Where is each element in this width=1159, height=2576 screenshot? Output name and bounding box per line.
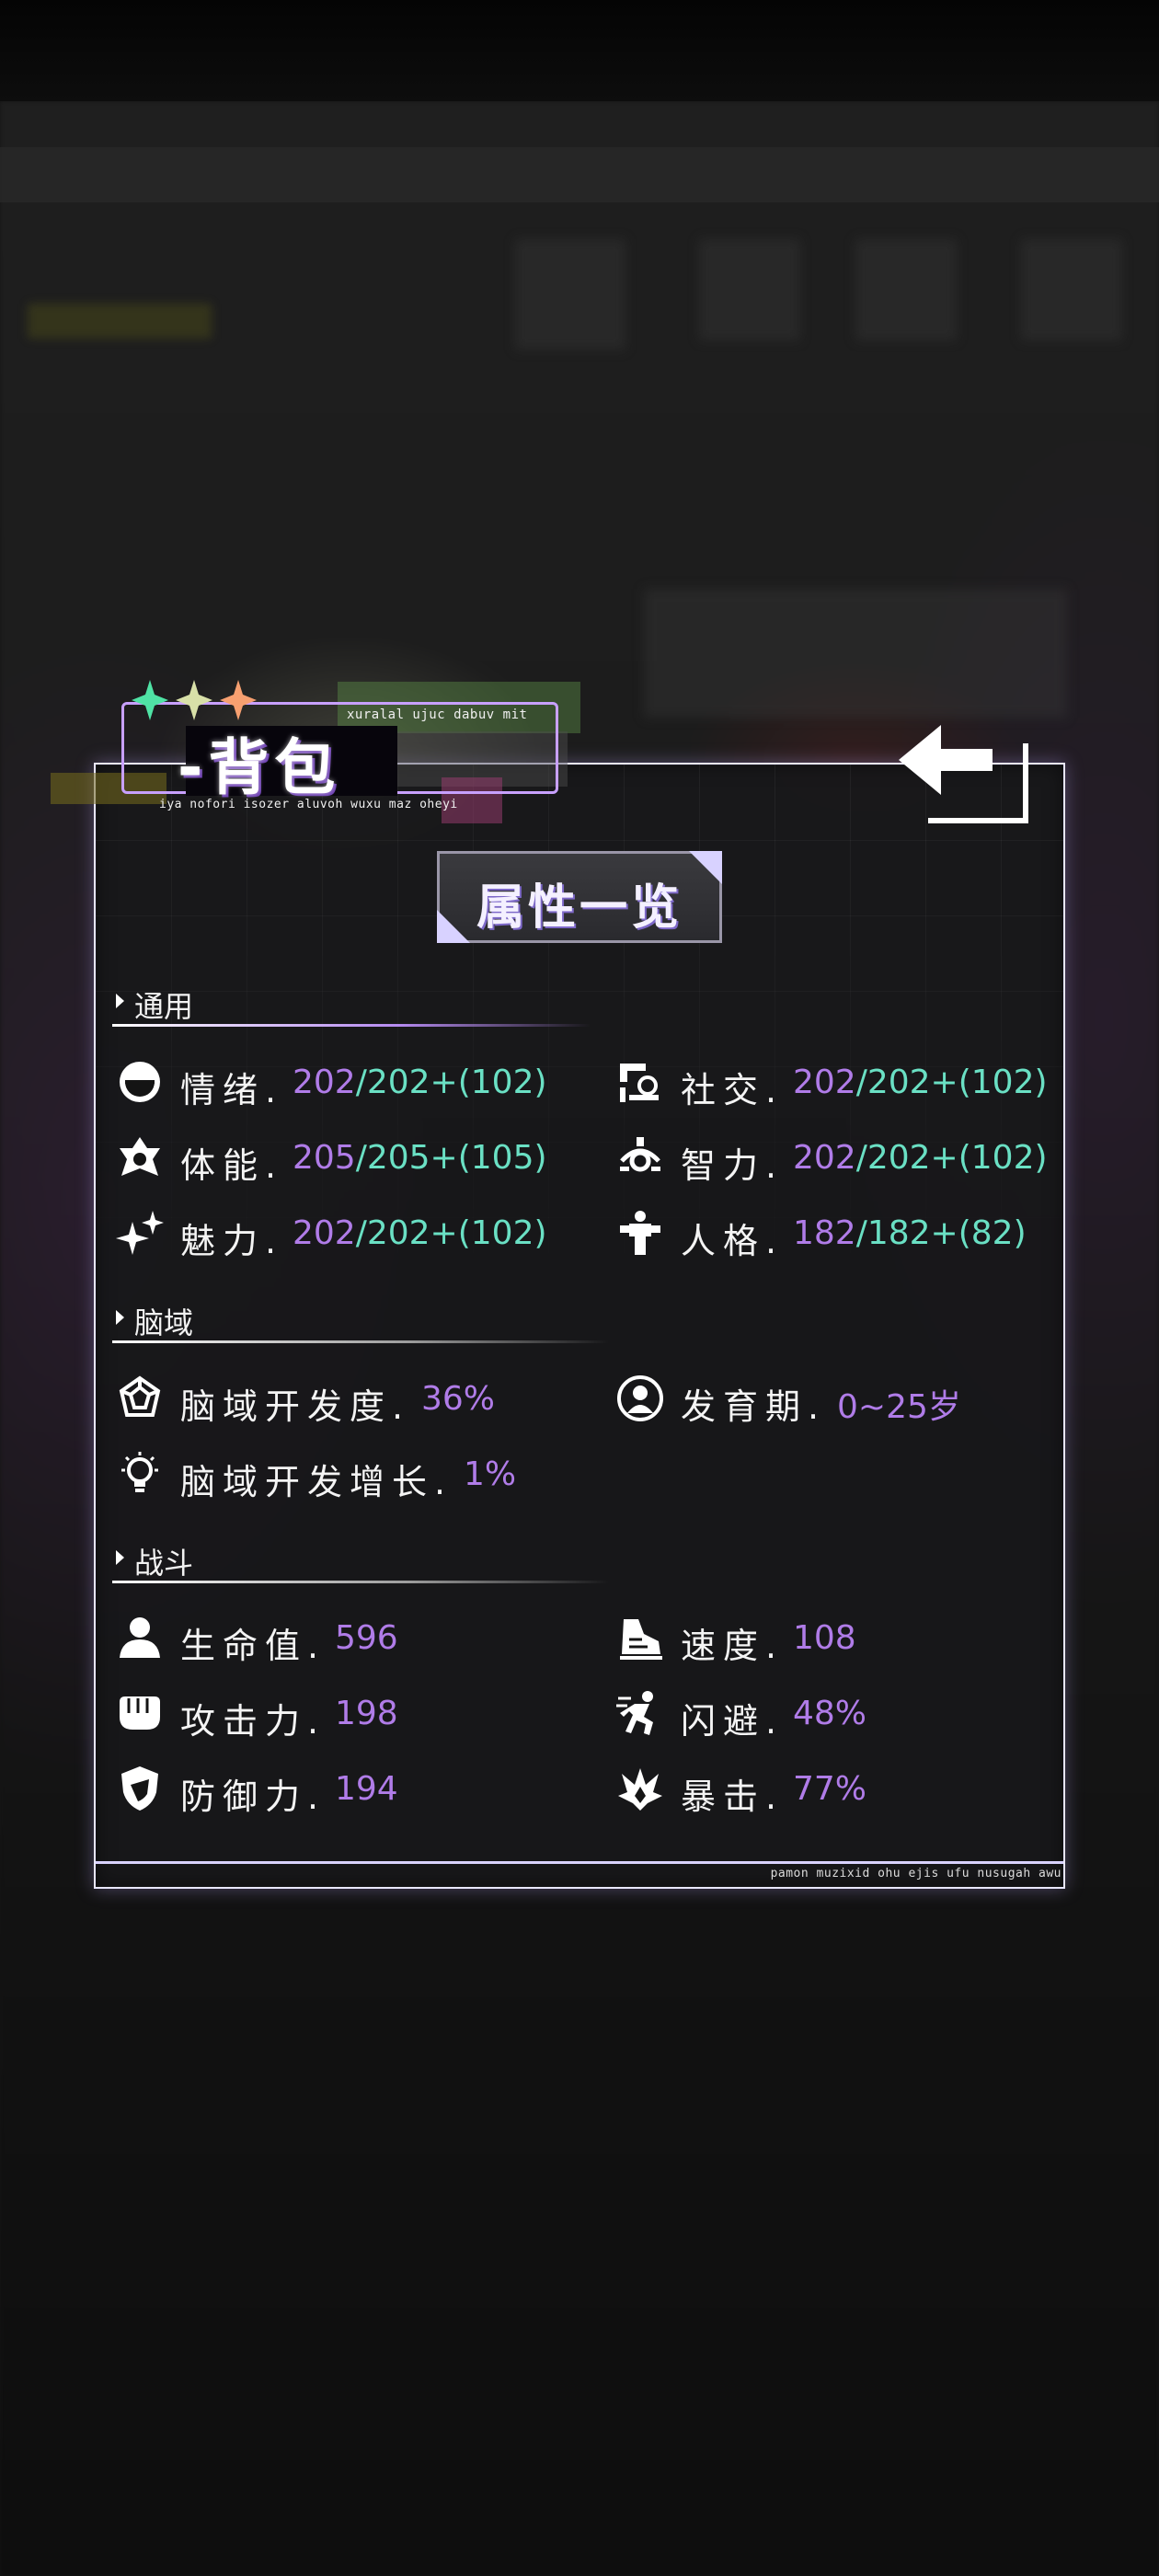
section-heading: 属性一览 <box>476 880 683 936</box>
dodge-icon <box>616 1691 653 1735</box>
back-button[interactable] <box>897 716 1035 826</box>
critical-icon <box>618 1768 662 1811</box>
health-icon <box>120 1617 160 1658</box>
title-caption-bottom: iya nofori isozer aluvoh wuxu maz oheyi <box>159 798 458 811</box>
stat-growth-period: 发育期. 0~25岁 <box>616 1373 1058 1428</box>
stat-critical: 暴击. 77% <box>616 1763 1058 1818</box>
stat-brain-development: 脑域开发度. 36% <box>116 1373 594 1428</box>
social-icon <box>620 1064 659 1102</box>
stat-defense: 防御力. 194 <box>116 1763 594 1818</box>
intellect-icon <box>620 1137 660 1172</box>
stat-health: 生命值. 596 <box>116 1612 594 1667</box>
section-general-header: 通用 <box>112 983 591 1027</box>
page-title-badge: -背包 xuralal ujuc dabuv mit iya nofori is… <box>51 676 602 823</box>
footer-divider <box>96 1861 1063 1864</box>
defense-icon <box>121 1766 158 1811</box>
stat-speed: 速度. 108 <box>616 1612 1058 1667</box>
title-caption-top: xuralal ujuc dabuv mit <box>347 707 528 722</box>
caret-right-icon <box>116 994 124 1008</box>
section-heading-badge: 属性一览 <box>437 851 722 943</box>
speed-icon <box>620 1619 662 1660</box>
growth-period-icon <box>617 1375 663 1421</box>
personality-icon <box>620 1211 660 1255</box>
stat-social: 社交. 202/202+(102) <box>616 1056 1058 1111</box>
charm-icon <box>116 1211 164 1255</box>
mood-icon <box>120 1062 160 1102</box>
section-label: 脑域 <box>134 1305 194 1340</box>
stat-stamina: 体能. 205/205+(105) <box>116 1132 594 1187</box>
footer-caption: pamon muzixid ohu ejis ufu nusugah awu <box>770 1867 1061 1880</box>
stat-dodge: 闪避. 48% <box>616 1687 1058 1742</box>
section-brain-header: 脑域 <box>112 1300 609 1343</box>
attack-icon <box>120 1696 160 1730</box>
section-combat-header: 战斗 <box>112 1540 609 1583</box>
stat-intellect: 智力. 202/202+(102) <box>616 1132 1058 1187</box>
caret-right-icon <box>116 1550 124 1565</box>
stat-brain-growth: 脑域开发增长. 1% <box>116 1448 594 1503</box>
caret-right-icon <box>116 1310 124 1325</box>
stat-attack: 攻击力. 198 <box>116 1687 594 1742</box>
stat-personality: 人格. 182/182+(82) <box>616 1207 1058 1262</box>
page-title: -背包 <box>178 732 341 803</box>
lightbulb-icon <box>121 1452 158 1492</box>
back-arrow-icon <box>899 725 1028 823</box>
section-label: 通用 <box>134 989 194 1024</box>
stamina-icon <box>120 1137 160 1176</box>
stat-mood: 情绪. 202/202+(102) <box>116 1056 594 1111</box>
stat-charm: 魅力. 202/202+(102) <box>116 1207 594 1262</box>
section-label: 战斗 <box>134 1546 194 1581</box>
brain-development-icon <box>119 1375 161 1417</box>
